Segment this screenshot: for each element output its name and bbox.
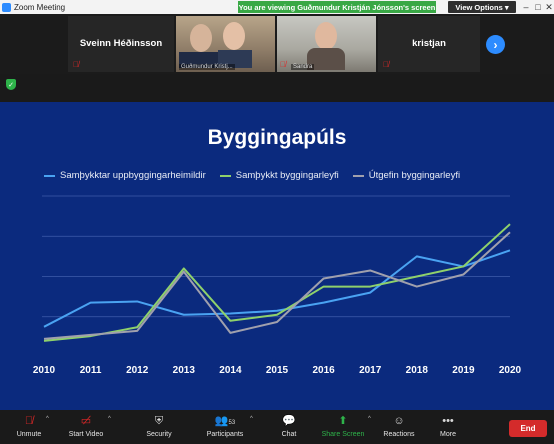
participant-name: Guðmundur Kristj...: [179, 64, 235, 70]
encryption-shield-icon[interactable]: ✓: [6, 79, 16, 90]
chevron-right-icon: ›: [493, 37, 498, 52]
participant-tile[interactable]: Sveinn Héðinsson 🎙̸: [68, 16, 174, 72]
emoji-icon: ☺: [393, 415, 405, 427]
video-options-caret-icon[interactable]: ^: [108, 416, 111, 422]
reactions-button[interactable]: ☺ Reactions: [380, 414, 418, 438]
participant-name: Sandra: [291, 64, 315, 70]
unmute-label: Unmute: [16, 431, 42, 438]
share-screen-label: Share Screen: [321, 431, 365, 438]
x-tick-label: 2011: [80, 365, 102, 376]
participant-tile-video[interactable]: Guðmundur Kristj...: [176, 16, 275, 72]
people-icon: 👥53: [214, 415, 236, 427]
start-video-button[interactable]: ▭̸ Start Video: [64, 414, 108, 438]
x-tick-label: 2017: [359, 365, 382, 376]
participant-video-face: [223, 22, 245, 50]
view-options-button[interactable]: View Options ▾: [448, 1, 516, 13]
chat-button[interactable]: 💬 Chat: [274, 414, 304, 438]
reactions-label: Reactions: [383, 431, 415, 438]
x-tick-label: 2010: [33, 365, 56, 376]
x-tick-label: 2019: [452, 365, 475, 376]
participants-count: 53: [228, 420, 236, 426]
shield-icon: ⛨: [154, 415, 164, 427]
participants-caret-icon[interactable]: ^: [250, 416, 253, 422]
start-video-label: Start Video: [68, 431, 104, 438]
x-tick-label: 2014: [219, 365, 242, 376]
x-tick-label: 2015: [266, 365, 289, 376]
participants-label: Participants: [206, 431, 244, 438]
x-tick-label: 2013: [173, 365, 196, 376]
chevron-down-icon: ▾: [504, 2, 509, 12]
chat-label: Chat: [281, 431, 297, 438]
participant-name: kristjan: [412, 38, 446, 49]
window-titlebar: Zoom Meeting You are viewing Guðmundur K…: [0, 0, 554, 14]
participant-tile-video[interactable]: 🎙̸ Sandra: [277, 16, 376, 72]
share-screen-icon: ⬆: [338, 415, 348, 427]
share-options-caret-icon[interactable]: ^: [368, 416, 371, 422]
zoom-app-icon: [2, 2, 11, 12]
view-options-label: View Options: [455, 2, 503, 12]
mic-muted-icon: 🎙̸: [73, 60, 79, 69]
security-button[interactable]: ⛨ Security: [140, 414, 178, 438]
more-button[interactable]: ••• More: [434, 414, 462, 438]
ellipsis-icon: •••: [442, 415, 454, 427]
x-tick-label: 2018: [406, 365, 429, 376]
participant-strip: Sveinn Héðinsson 🎙̸ Guðmundur Kristj... …: [0, 14, 554, 74]
meeting-toolbar: 🎙̸ Unmute ^ ▭̸ Start Video ^ ⛨ Security …: [0, 411, 554, 444]
share-screen-button[interactable]: ⬆ Share Screen: [318, 414, 368, 438]
unmute-button[interactable]: 🎙̸ Unmute: [12, 414, 46, 438]
participants-button[interactable]: 👥53 Participants: [200, 414, 250, 438]
x-tick-label: 2020: [499, 365, 522, 376]
window-title: Zoom Meeting: [14, 2, 66, 12]
mic-muted-icon: 🎙̸: [24, 415, 34, 427]
participant-video-face: [315, 22, 337, 50]
minimize-icon[interactable]: –: [520, 0, 532, 14]
participant-tile[interactable]: kristjan 🎙̸: [378, 16, 480, 72]
mic-muted-icon: 🎙̸: [383, 60, 389, 69]
participant-video-face: [190, 24, 212, 52]
mic-muted-icon: 🎙̸: [280, 60, 286, 69]
participant-name: Sveinn Héðinsson: [79, 38, 163, 49]
series-line: [43, 231, 511, 340]
close-icon[interactable]: ✕: [543, 0, 554, 14]
line-chart: 2010 2011 2012 2013 2014 2015 2016 2017 2018 2019…: [33, 195, 522, 376]
x-tick-label: 2016: [312, 365, 335, 376]
security-label: Security: [146, 431, 172, 438]
chat-icon: 💬: [282, 415, 296, 427]
next-page-button[interactable]: ›: [486, 35, 505, 54]
shared-screen: Byggingapúls Samþykktar uppbyggingarheim…: [0, 102, 554, 410]
viewing-banner: You are viewing Guðmundur Kristján Jónss…: [238, 1, 436, 13]
video-off-icon: ▭̸: [80, 415, 92, 427]
end-meeting-button[interactable]: End: [509, 420, 547, 437]
audio-options-caret-icon[interactable]: ^: [46, 416, 49, 422]
series-line: [43, 223, 511, 342]
more-label: More: [440, 431, 456, 438]
x-tick-label: 2012: [126, 365, 149, 376]
